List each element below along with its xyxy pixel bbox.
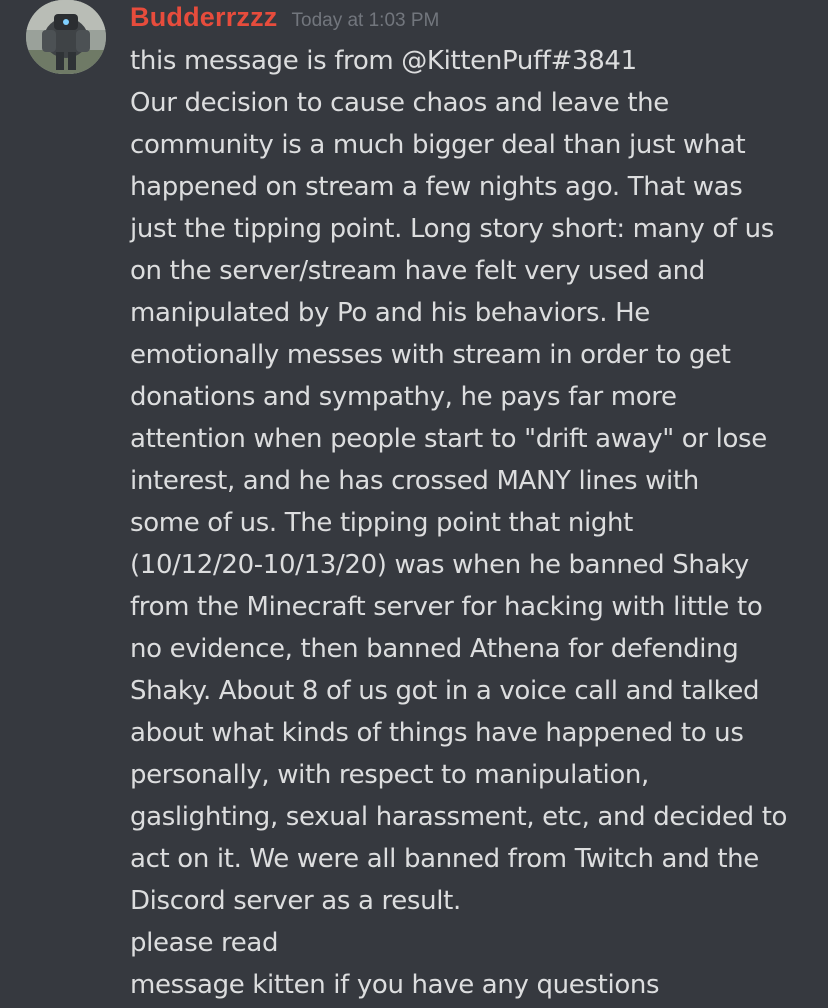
message-line: attention when people start to "drift aw…	[130, 424, 767, 454]
message-line: Our decision to cause chaos and leave th…	[130, 88, 669, 118]
message-line: manipulated by Po and his behaviors. He	[130, 298, 650, 328]
message-line: donations and sympathy, he pays far more	[130, 382, 677, 412]
message-line: interest, and he has crossed MANY lines …	[130, 466, 699, 496]
message-header: Budderrzzz Today at 1:03 PM	[130, 2, 439, 38]
message-line: (10/12/20-10/13/20) was when he banned S…	[130, 550, 749, 580]
message-line: act on it. We were all banned from Twitc…	[130, 844, 759, 874]
message-line: message kitten if you have any questions	[130, 970, 660, 1000]
message-line: emotionally messes with stream in order …	[130, 340, 731, 370]
message-line: Shaky. About 8 of us got in a voice call…	[130, 676, 760, 706]
message-line: Discord server as a result.	[130, 886, 461, 916]
message-line: just the tipping point. Long story short…	[130, 214, 774, 244]
chat-message: Budderrzzz Today at 1:03 PM this message…	[0, 0, 828, 1008]
user-avatar[interactable]	[26, 0, 106, 74]
message-timestamp[interactable]: Today at 1:03 PM	[292, 10, 440, 32]
message-line: community is a much bigger deal than jus…	[130, 130, 746, 160]
message-line: please read	[130, 928, 279, 958]
message-line: happened on stream a few nights ago. Tha…	[130, 172, 743, 202]
robot-figure-icon	[26, 0, 106, 74]
author-username[interactable]: Budderrzzz	[130, 2, 278, 33]
message-line: some of us. The tipping point that night	[130, 508, 633, 538]
message-line: from the Minecraft server for hacking wi…	[130, 592, 763, 622]
message-line: personally, with respect to manipulation…	[130, 760, 649, 790]
message-line: on the server/stream have felt very used…	[130, 256, 705, 286]
message-line: no evidence, then banned Athena for defe…	[130, 634, 739, 664]
message-line: gaslighting, sexual harassment, etc, and…	[130, 802, 788, 832]
message-content: this message is from @KittenPuff#3841 Ou…	[130, 40, 820, 1006]
message-line: about what kinds of things have happened…	[130, 718, 744, 748]
message-line: this message is from @KittenPuff#3841	[130, 46, 637, 76]
